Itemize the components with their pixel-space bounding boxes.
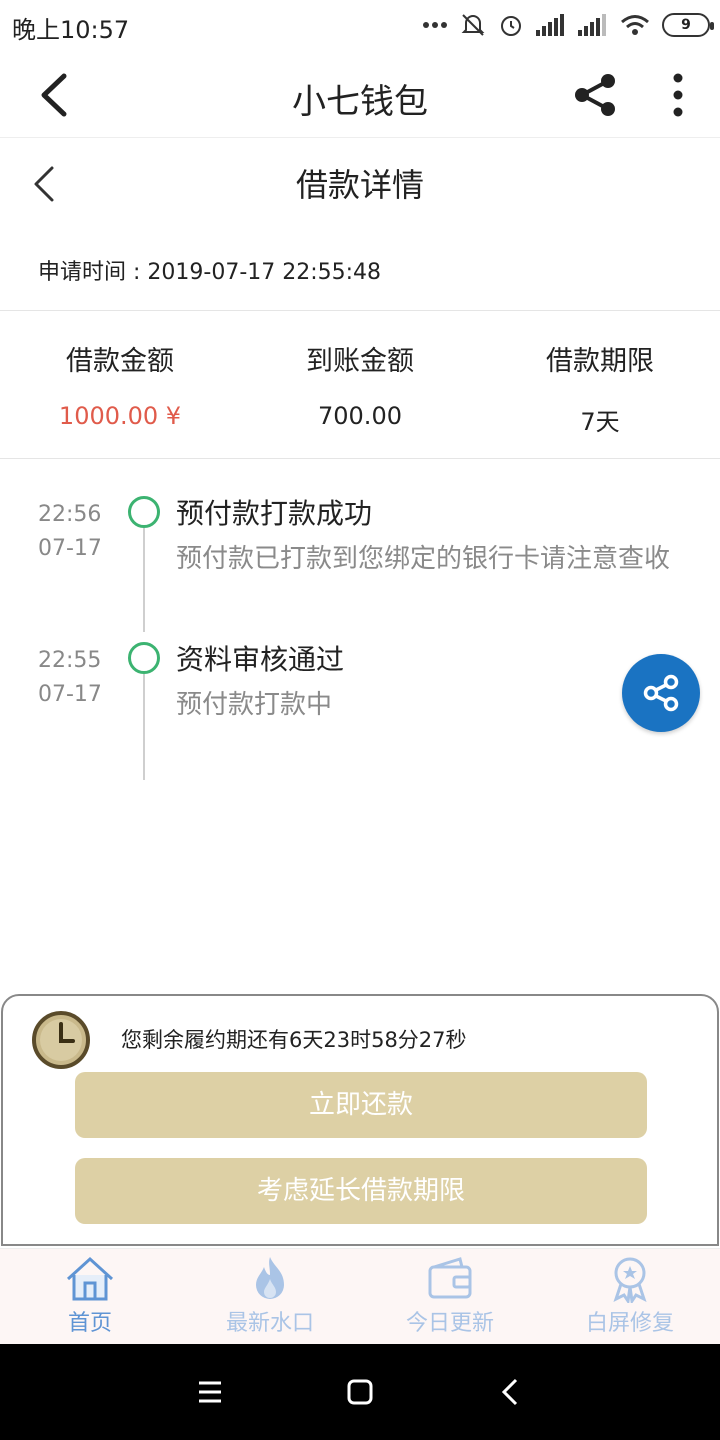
stat-loan-term: 借款期限 7天 xyxy=(480,340,720,440)
timeline-time: 22:56 xyxy=(38,502,102,527)
floating-share-button[interactable] xyxy=(622,654,700,732)
back-icon[interactable] xyxy=(490,1372,530,1412)
stat-label: 借款金额 xyxy=(66,346,174,377)
tab-label: 白屏修复 xyxy=(585,1311,674,1336)
status-icons: 9 xyxy=(422,12,714,38)
timeline-date: 07-17 xyxy=(38,536,102,561)
home-square-icon[interactable] xyxy=(340,1372,380,1412)
apply-time: 申请时间 : 2019-07-17 22:55:48 xyxy=(38,260,382,285)
stat-value: 1000.00 ¥ xyxy=(58,402,182,430)
timeline-line xyxy=(143,528,145,632)
tab-label: 最新水口 xyxy=(225,1311,314,1336)
timeline-desc: 预付款已打款到您绑定的银行卡请注意查收 xyxy=(176,544,671,574)
loan-stats: 借款金额 1000.00 ¥ 到账金额 700.00 借款期限 7天 xyxy=(0,340,720,440)
tab-home[interactable]: 首页 xyxy=(0,1249,180,1344)
repay-now-button[interactable]: 立即还款 xyxy=(75,1072,647,1138)
timeline-date: 07-17 xyxy=(38,682,102,707)
timeline-title: 资料审核通过 xyxy=(176,643,345,676)
more-dots-icon xyxy=(423,22,447,28)
battery-indicator: 9 xyxy=(662,13,714,37)
award-icon xyxy=(613,1257,647,1303)
timeline-line xyxy=(143,674,145,780)
stat-value: 700.00 xyxy=(318,402,402,430)
tab-latest[interactable]: 最新水口 xyxy=(180,1249,360,1344)
stat-received-amount: 到账金额 700.00 xyxy=(240,340,480,440)
tab-today[interactable]: 今日更新 xyxy=(360,1249,540,1344)
system-nav-bar xyxy=(0,1344,720,1440)
stat-label: 到账金额 xyxy=(306,346,414,377)
signal-icon xyxy=(536,14,564,36)
timeline-time: 22:55 xyxy=(38,648,102,673)
more-vertical-icon[interactable] xyxy=(664,70,692,120)
clock-icon xyxy=(32,1011,90,1069)
stat-label: 借款期限 xyxy=(546,346,654,377)
divider xyxy=(0,458,720,459)
extend-term-button[interactable]: 考虑延长借款期限 xyxy=(75,1158,647,1224)
flame-icon xyxy=(256,1257,284,1299)
timeline-dot xyxy=(128,642,160,674)
tab-label: 首页 xyxy=(67,1311,112,1336)
countdown-text: 您剩余履约期还有6天23时58分27秒 xyxy=(121,1028,467,1052)
home-icon xyxy=(66,1256,114,1301)
tab-fix[interactable]: 白屏修复 xyxy=(540,1249,720,1344)
timeline-title: 预付款打款成功 xyxy=(176,497,373,530)
status-time: 晚上10:57 xyxy=(12,16,130,44)
share-icon xyxy=(643,674,679,712)
divider xyxy=(0,310,720,311)
detail-header: 借款详情 xyxy=(0,138,720,230)
repay-panel: 您剩余履约期还有6天23时58分27秒 立即还款 考虑延长借款期限 xyxy=(1,994,719,1246)
status-bar: 晚上10:57 9 xyxy=(0,0,720,52)
wifi-icon xyxy=(621,15,649,35)
alarm-icon xyxy=(501,16,521,36)
stat-value: 7天 xyxy=(580,408,620,436)
signal-icon-2 xyxy=(578,14,606,36)
stat-loan-amount: 借款金额 1000.00 ¥ xyxy=(0,340,240,440)
wallet-icon xyxy=(428,1257,472,1299)
share-icon[interactable] xyxy=(572,72,618,118)
timeline-dot xyxy=(128,496,160,528)
timeline-desc: 预付款打款中 xyxy=(176,690,333,720)
menu-icon[interactable] xyxy=(190,1372,230,1412)
bottom-tab-bar: 首页 最新水口 今日更新 白屏修复 xyxy=(0,1248,720,1344)
bell-off-icon xyxy=(461,14,485,36)
tab-label: 今日更新 xyxy=(405,1311,494,1336)
page-title: 借款详情 xyxy=(295,166,424,204)
battery-level: 9 xyxy=(681,17,691,33)
app-bar: 小七钱包 xyxy=(0,52,720,138)
